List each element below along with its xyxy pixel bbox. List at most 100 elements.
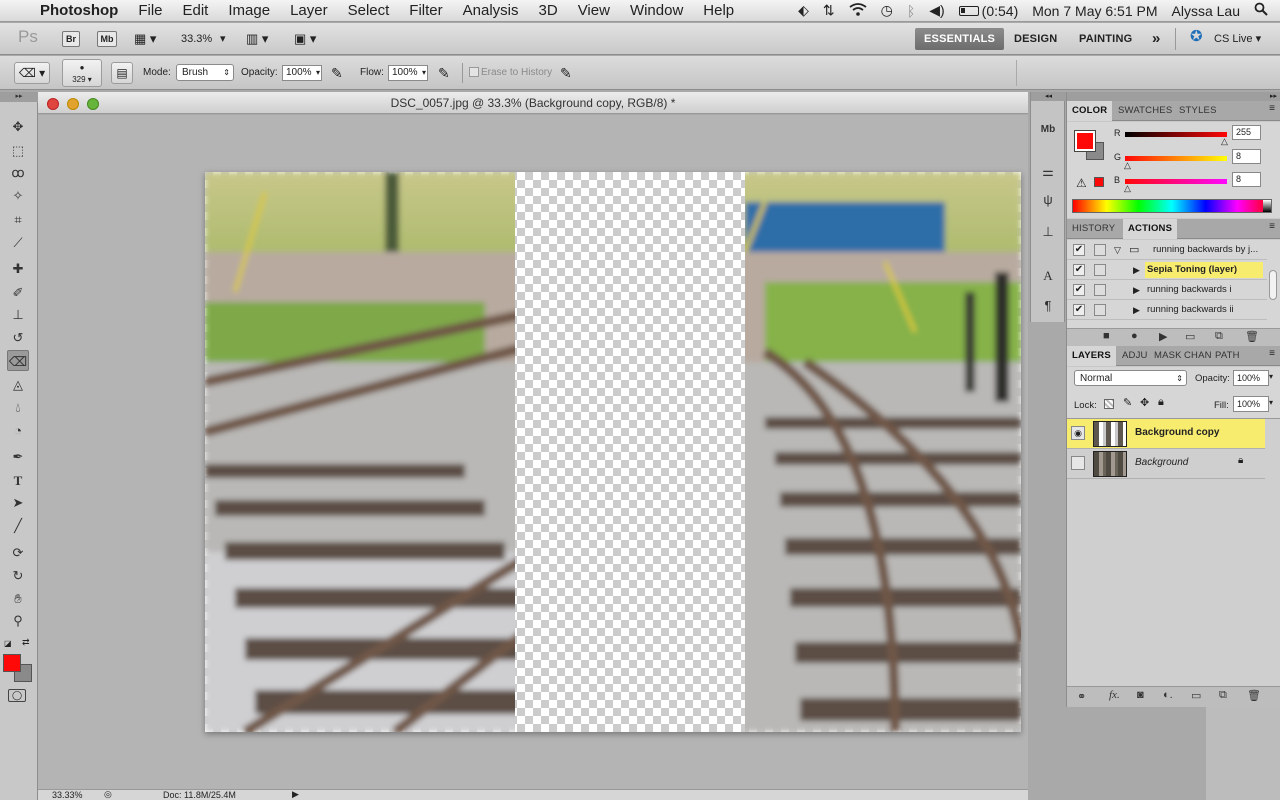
lock-transparency-icon[interactable] — [1104, 399, 1114, 409]
red-value-field[interactable]: 255 — [1232, 125, 1261, 140]
new-layer-icon[interactable]: ⧉ — [1219, 689, 1227, 702]
menu-select[interactable]: Select — [348, 2, 390, 19]
menu-file[interactable]: File — [138, 2, 162, 19]
action-checkbox[interactable]: ✔ — [1073, 304, 1085, 316]
list-item[interactable]: ✔ ▶ Sepia Toning (layer) — [1067, 260, 1267, 280]
erase-to-history-checkbox[interactable] — [469, 67, 479, 77]
workspace-design[interactable]: DESIGN — [1014, 29, 1057, 49]
swap-colors-icon[interactable]: ⇄ — [22, 637, 30, 648]
brush-preset-picker[interactable]: ● 329 ▾ — [62, 59, 102, 87]
tool-preset-picker[interactable]: ⌫ ▾ — [14, 62, 50, 84]
tab-color[interactable]: COLOR — [1067, 101, 1113, 121]
brush-presets-panel-icon[interactable]: ψ — [1037, 190, 1059, 210]
actions-scrollbar-thumb[interactable] — [1269, 270, 1277, 300]
eyedropper-tool-icon[interactable]: ⟋ — [7, 232, 29, 253]
view-extras-menu[interactable]: ▦ ▾ — [134, 29, 156, 49]
zoom-dropdown-icon[interactable]: ▾ — [220, 29, 226, 49]
delete-layer-icon[interactable]: 🗑︎ — [1247, 689, 1261, 702]
lock-position-icon[interactable]: ✥ — [1140, 396, 1149, 409]
out-of-gamut-warning-icon[interactable]: ⚠ — [1076, 176, 1087, 190]
menu-analysis[interactable]: Analysis — [463, 2, 519, 19]
tab-adjustments[interactable]: ADJU — [1117, 346, 1153, 366]
dialog-toggle[interactable] — [1094, 304, 1106, 316]
hand-tool-icon[interactable]: ✋︎ — [7, 588, 29, 609]
delete-action-icon[interactable]: 🗑︎ — [1245, 330, 1259, 343]
mode-select[interactable]: Brush ⇕ — [176, 64, 234, 81]
line-tool-icon[interactable]: ╱ — [7, 515, 29, 536]
sync-icon[interactable]: ⇅ — [823, 2, 835, 19]
red-slider-track[interactable] — [1125, 132, 1227, 137]
app-menu[interactable]: Photoshop — [40, 2, 118, 19]
layer-name[interactable]: Background copy — [1135, 427, 1219, 438]
quick-mask-icon[interactable]: ◯ — [8, 689, 26, 702]
zoom-level[interactable]: 33.3% — [181, 29, 212, 49]
green-slider-handle[interactable]: △ — [1124, 160, 1131, 171]
bridge-button[interactable]: Br — [62, 31, 80, 47]
blur-tool-icon[interactable]: 💧︎ — [7, 397, 29, 418]
action-checkbox[interactable]: ✔ — [1073, 244, 1085, 256]
path-selection-tool-icon[interactable]: ➤ — [7, 492, 29, 513]
link-layers-icon[interactable]: ⚭ — [1077, 690, 1086, 703]
panels-collapse-icon[interactable]: ▸▸ — [1067, 92, 1280, 101]
cs-live-icon[interactable]: ✪ — [1190, 27, 1203, 47]
battery-icon[interactable]: (0:54) — [958, 3, 1018, 19]
time-machine-icon[interactable]: ◷ — [881, 2, 893, 19]
brush-tool-icon[interactable]: ✐ — [7, 282, 29, 303]
tab-layers[interactable]: LAYERS — [1067, 346, 1116, 366]
mini-bridge-panel-icon[interactable]: Mb — [1037, 120, 1059, 140]
tab-history[interactable]: HISTORY — [1067, 219, 1120, 239]
new-set-icon[interactable]: ▭ — [1185, 330, 1195, 343]
green-slider-track[interactable] — [1125, 156, 1227, 161]
color-panel-foreground-swatch[interactable] — [1074, 130, 1096, 152]
tab-styles[interactable]: STYLES — [1174, 101, 1222, 121]
status-zoom[interactable]: 33.33% — [52, 790, 83, 800]
screen-mode-menu[interactable]: ▣ ▾ — [294, 29, 316, 49]
list-item[interactable]: ✔ ▶ running backwards ii — [1067, 300, 1267, 320]
crop-tool-icon[interactable]: ⌗ — [7, 209, 29, 230]
mini-bridge-button[interactable]: Mb — [97, 31, 117, 47]
dialog-toggle[interactable] — [1094, 284, 1106, 296]
layer-style-fx-icon[interactable]: fx. — [1109, 689, 1120, 701]
action-checkbox[interactable]: ✔ — [1073, 284, 1085, 296]
adjustments-panel-icon[interactable]: ⚌ — [1037, 162, 1059, 182]
record-icon[interactable]: ● — [1131, 330, 1138, 342]
pen-tool-icon[interactable]: ✒ — [7, 446, 29, 467]
history-brush-tool-icon[interactable]: ↺ — [7, 327, 29, 348]
tab-actions[interactable]: ACTIONS — [1123, 219, 1178, 239]
blue-slider-handle[interactable]: △ — [1124, 183, 1131, 194]
expand-triangle-icon[interactable]: ▶ — [1133, 280, 1140, 300]
visibility-toggle-empty[interactable] — [1071, 456, 1085, 470]
quick-selection-tool-icon[interactable]: ✧ — [7, 185, 29, 206]
volume-icon[interactable]: ◀) — [929, 2, 944, 19]
3d-orbit-tool-icon[interactable]: ↻ — [7, 565, 29, 586]
new-action-icon[interactable]: ⧉ — [1215, 330, 1223, 343]
brush-panel-toggle-icon[interactable]: ▤ — [111, 62, 133, 84]
lasso-tool-icon[interactable]: ꝏ — [7, 162, 29, 183]
blend-mode-select[interactable]: Normal ⇕ — [1074, 370, 1187, 386]
arrange-documents-menu[interactable]: ▥ ▾ — [246, 29, 268, 49]
layers-panel-menu-icon[interactable]: ≡ — [1269, 348, 1275, 359]
dodge-tool-icon[interactable]: ◔ — [7, 420, 29, 441]
blue-slider-track[interactable] — [1125, 179, 1227, 184]
blue-value-field[interactable]: 8 — [1232, 172, 1261, 187]
zoom-tool-icon[interactable]: ⚲ — [7, 610, 29, 631]
bluetooth-icon[interactable]: ᛒ — [907, 3, 915, 19]
opacity-field[interactable]: 100% ▾ — [282, 65, 322, 81]
new-group-icon[interactable]: ▭ — [1191, 689, 1201, 702]
expand-triangle-icon[interactable]: ▶ — [1133, 300, 1140, 320]
menu-edit[interactable]: Edit — [183, 2, 209, 19]
menu-filter[interactable]: Filter — [409, 2, 442, 19]
menu-3d[interactable]: 3D — [539, 2, 558, 19]
gamut-color-chip[interactable] — [1094, 177, 1104, 187]
color-panel-menu-icon[interactable]: ≡ — [1269, 103, 1275, 114]
add-mask-icon[interactable]: ◙ — [1137, 689, 1144, 701]
layer-opacity-dropdown-icon[interactable]: ▾ — [1269, 372, 1273, 381]
tab-swatches[interactable]: SWATCHES — [1113, 101, 1177, 121]
lock-all-icon[interactable]: 🔒︎ — [1158, 396, 1164, 409]
dropbox-icon[interactable]: ⬖ — [798, 2, 809, 19]
menu-view[interactable]: View — [578, 2, 610, 19]
color-spectrum-bar[interactable] — [1072, 199, 1272, 213]
status-menu-icon[interactable]: ▶ — [292, 789, 299, 800]
more-workspaces-button[interactable]: » — [1152, 29, 1160, 49]
layer-row-background[interactable]: Background 🔒︎ — [1067, 449, 1265, 479]
